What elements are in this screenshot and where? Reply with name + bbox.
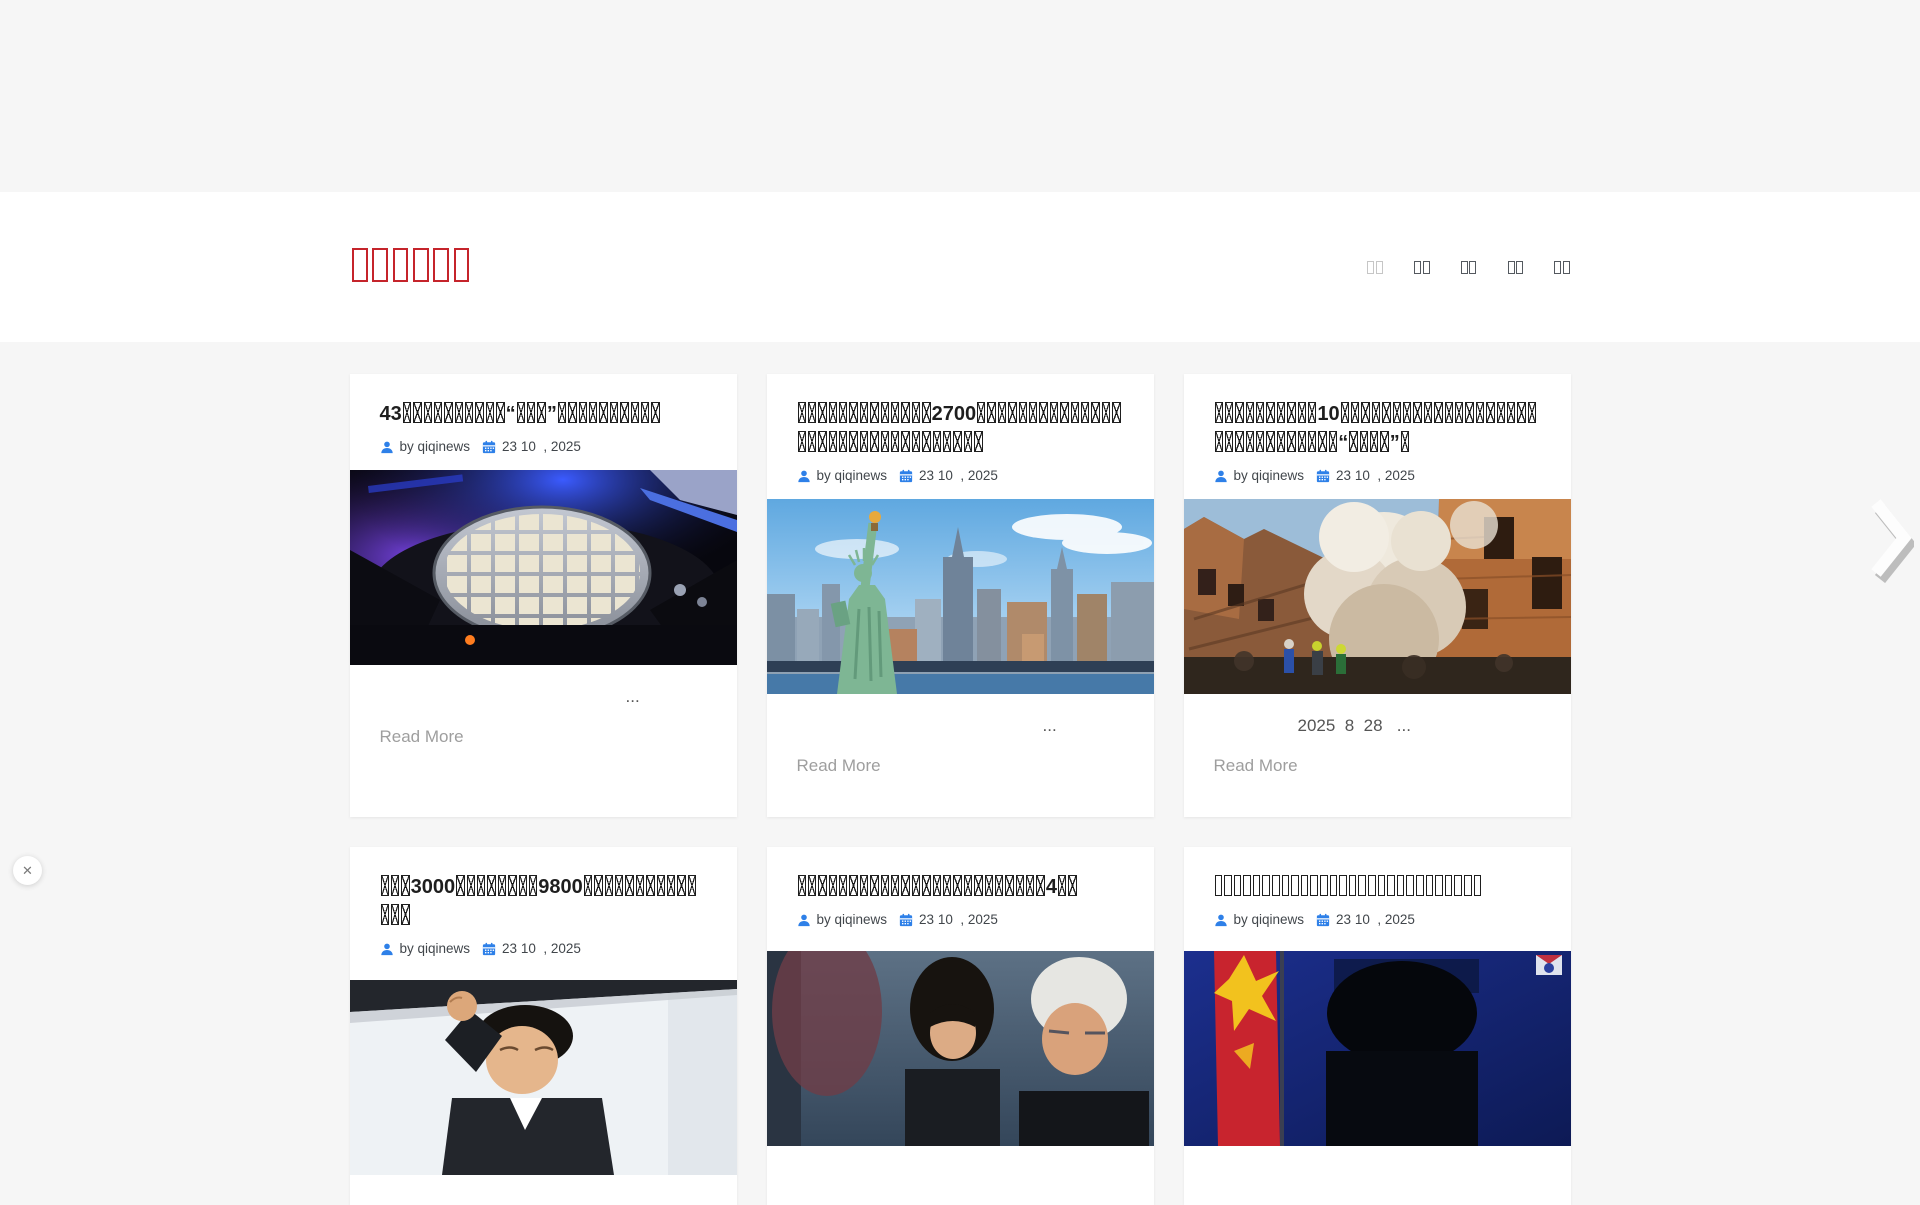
article-author[interactable]: by qiqinews — [817, 468, 888, 483]
article-meta: by qiqinews 23 10 , 2025 — [1214, 468, 1541, 483]
article-card: by qiqinews 23 10 , 2025 — [1184, 847, 1571, 1205]
article-card: 4 by qiqinews 23 10 , 2025 — [767, 847, 1154, 1205]
article-meta: by qiqinews 23 10 , 2025 — [797, 468, 1124, 483]
article-thumbnail-silicon-wafer[interactable] — [350, 470, 737, 665]
nav-item-3[interactable] — [1460, 259, 1477, 275]
article-title[interactable]: 2700 — [797, 400, 1124, 458]
author-icon — [1214, 469, 1228, 483]
article-author[interactable]: by qiqinews — [1234, 468, 1305, 483]
article-grid: 43“” by qiqinews 23 10 , 2025 — [350, 342, 1571, 1205]
ad-close-button[interactable]: ✕ — [13, 856, 42, 885]
article-meta: by qiqinews 23 10 , 2025 — [797, 912, 1124, 927]
author-icon — [797, 913, 811, 927]
site-header — [0, 192, 1920, 342]
article-thumbnail-statue-of-liberty[interactable] — [767, 499, 1154, 694]
author-icon — [380, 440, 394, 454]
article-meta: by qiqinews 23 10 , 2025 — [1214, 912, 1541, 927]
nav-item-4[interactable] — [1507, 259, 1524, 275]
article-card: 2700 by qiqinews 23 10 , 2025 — [767, 374, 1154, 817]
article-title[interactable]: 43“” — [380, 400, 707, 429]
calendar-icon — [1316, 469, 1330, 483]
article-author[interactable]: by qiqinews — [1234, 912, 1305, 927]
calendar-icon — [899, 913, 913, 927]
chevron-right-icon — [1866, 495, 1914, 583]
article-excerpt: ... — [797, 716, 1124, 736]
article-title[interactable]: 4 — [797, 873, 1124, 902]
article-meta: by qiqinews 23 10 , 2025 — [380, 941, 707, 956]
article-thumbnail-two-officials[interactable] — [767, 951, 1154, 1146]
article-date: 23 10 , 2025 — [919, 468, 998, 483]
read-more-link[interactable]: Read More — [380, 727, 464, 747]
article-excerpt: 2025 8 28 ... — [1214, 716, 1541, 736]
article-meta: by qiqinews 23 10 , 2025 — [380, 439, 707, 454]
close-icon: ✕ — [22, 863, 33, 878]
article-date: 23 10 , 2025 — [502, 439, 581, 454]
nav-item-1[interactable] — [1367, 259, 1384, 275]
article-thumbnail-man-raising-fist[interactable] — [350, 980, 737, 1175]
article-title[interactable] — [1214, 873, 1541, 902]
article-thumbnail-flags-meeting[interactable] — [1184, 951, 1571, 1146]
nav-item-5[interactable] — [1554, 259, 1571, 275]
author-icon — [797, 469, 811, 483]
article-title[interactable]: 30009800 — [380, 873, 707, 931]
read-more-link[interactable]: Read More — [797, 756, 881, 776]
main-nav — [1367, 259, 1571, 275]
article-author[interactable]: by qiqinews — [817, 912, 888, 927]
article-title[interactable]: 10“” — [1214, 400, 1541, 458]
author-icon — [1214, 913, 1228, 927]
article-card: 10“” by qiqinews 23 10 , 2025 — [1184, 374, 1571, 817]
article-excerpt: ... — [380, 687, 707, 707]
article-thumbnail-destroyed-building[interactable] — [1184, 499, 1571, 694]
article-author[interactable]: by qiqinews — [400, 439, 471, 454]
article-date: 23 10 , 2025 — [1336, 912, 1415, 927]
article-date: 23 10 , 2025 — [1336, 468, 1415, 483]
article-date: 23 10 , 2025 — [919, 912, 998, 927]
article-author[interactable]: by qiqinews — [400, 941, 471, 956]
calendar-icon — [1316, 913, 1330, 927]
calendar-icon — [482, 942, 496, 956]
author-icon — [380, 942, 394, 956]
nav-item-2[interactable] — [1414, 259, 1431, 275]
site-title[interactable] — [350, 248, 472, 287]
article-card: 43“” by qiqinews 23 10 , 2025 — [350, 374, 737, 817]
main-content: 43“” by qiqinews 23 10 , 2025 — [0, 342, 1920, 1205]
article-date: 23 10 , 2025 — [502, 941, 581, 956]
calendar-icon — [482, 440, 496, 454]
calendar-icon — [899, 469, 913, 483]
article-card: 30009800 by qiqinews 23 10 , 2025 — [350, 847, 737, 1205]
carousel-next-button[interactable] — [1866, 495, 1914, 583]
read-more-link[interactable]: Read More — [1214, 756, 1298, 776]
ad-placeholder — [0, 0, 1920, 192]
